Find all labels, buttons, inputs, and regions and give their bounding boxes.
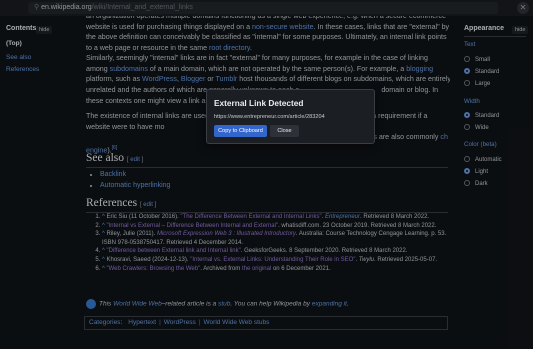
dialog-url: https://www.entrepreneur.com/article/283… <box>214 114 325 120</box>
close-button[interactable]: Close <box>270 125 299 137</box>
copy-to-clipboard-button[interactable]: Copy to Clipboard <box>214 125 267 137</box>
modal-backdrop[interactable] <box>0 0 533 349</box>
external-link-dialog: External Link Detected https://www.entre… <box>206 89 375 144</box>
dialog-title: External Link Detected <box>214 98 304 108</box>
